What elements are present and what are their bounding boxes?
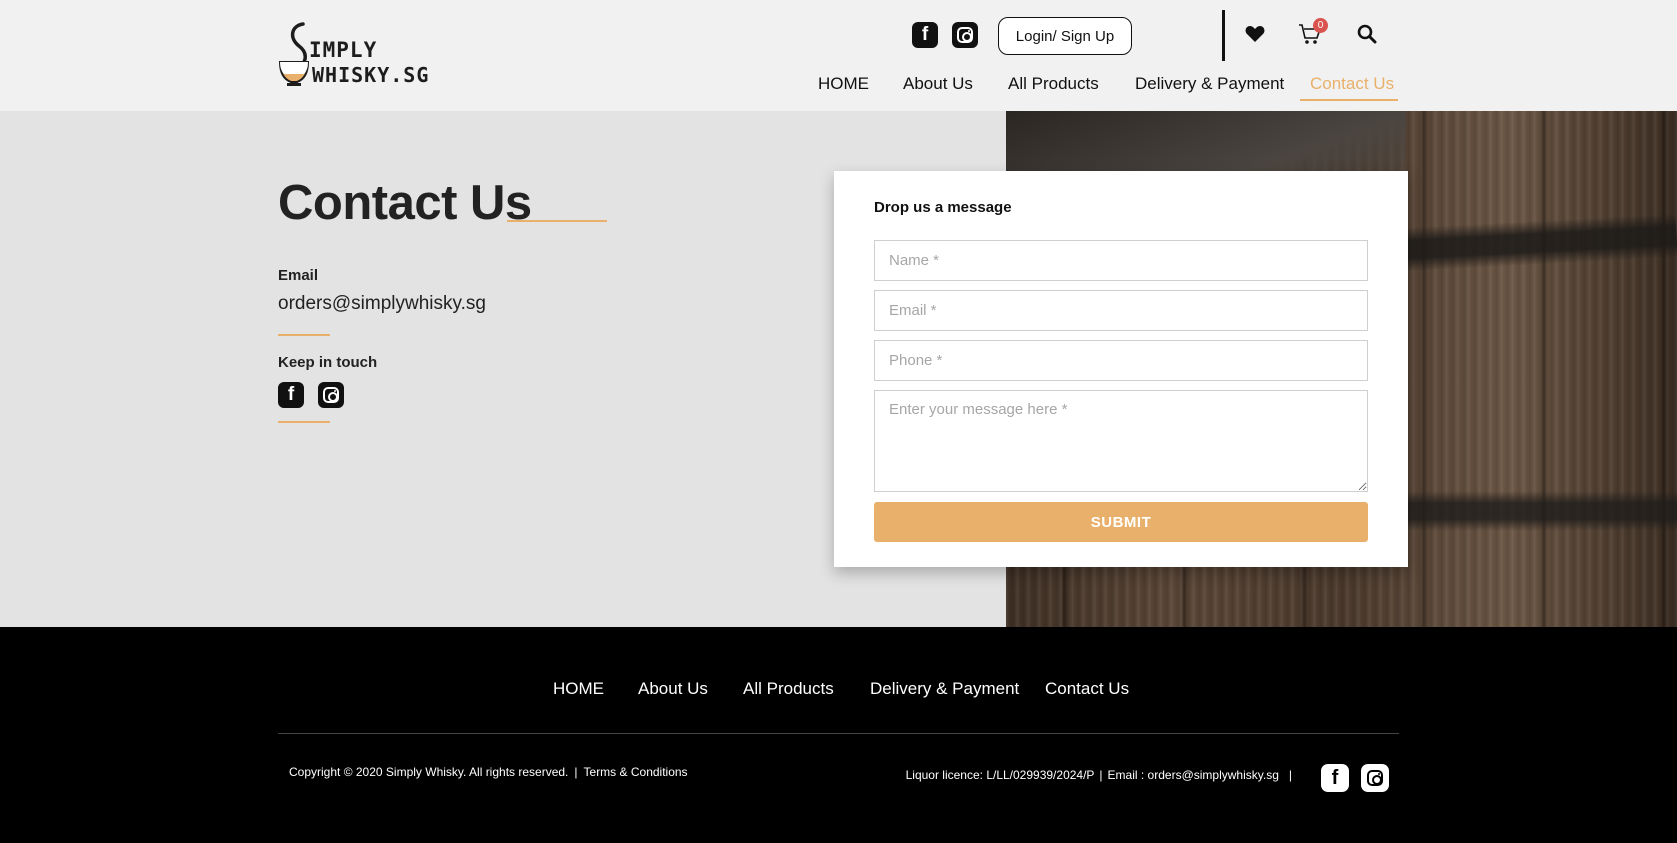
liquor-licence: Liquor licence: L/LL/029939/2024/P <box>905 768 1095 782</box>
contact-form-card: Drop us a message SUBMIT <box>834 171 1408 567</box>
footer-nav-about-us[interactable]: About Us <box>638 679 708 699</box>
email-link[interactable]: orders@simplywhisky.sg <box>278 293 486 315</box>
nav-all-products[interactable]: All Products <box>1008 74 1099 98</box>
facebook-glyph: f <box>1331 766 1339 789</box>
instagram-glyph <box>323 387 339 403</box>
nav-active-underline <box>1300 99 1398 101</box>
footer-nav-all-products[interactable]: All Products <box>743 679 834 699</box>
separator: | <box>1099 768 1103 782</box>
social-divider <box>278 421 330 423</box>
nav-contact-us[interactable]: Contact Us <box>1310 74 1394 98</box>
nav-home[interactable]: HOME <box>818 74 869 98</box>
header-divider <box>1222 10 1225 61</box>
login-signup-button[interactable]: Login/ Sign Up <box>998 17 1132 55</box>
contact-instagram-icon[interactable] <box>318 382 344 408</box>
email-divider <box>278 334 330 336</box>
search-shape <box>1357 24 1377 44</box>
contact-facebook-icon[interactable]: f <box>278 382 304 408</box>
submit-button[interactable]: SUBMIT <box>874 502 1368 542</box>
cart-count-badge: 0 <box>1313 18 1328 33</box>
logo-text-line2: WHISKY.SG <box>312 63 430 87</box>
instagram-glyph <box>1367 770 1383 786</box>
footer-nav-delivery-payment[interactable]: Delivery & Payment <box>870 679 1019 699</box>
search-icon[interactable] <box>1355 22 1379 46</box>
heart-icon[interactable] <box>1243 22 1267 46</box>
simply-whisky-logo[interactable]: IMPLY WHISKY.SG <box>277 20 428 92</box>
name-input[interactable] <box>874 240 1368 281</box>
instagram-glyph <box>957 27 973 43</box>
nav-about-us[interactable]: About Us <box>903 74 973 98</box>
nav-delivery-payment[interactable]: Delivery & Payment <box>1135 74 1284 98</box>
header-instagram-icon[interactable] <box>952 22 978 48</box>
email-label: Email <box>278 267 319 284</box>
facebook-glyph: f <box>287 384 295 405</box>
footer-divider <box>278 733 1399 734</box>
heart-shape <box>1245 26 1265 42</box>
copyright-block: Copyright © 2020 Simply Whisky. All righ… <box>289 765 688 779</box>
email-input[interactable] <box>874 290 1368 331</box>
footer-info: Liquor licence: L/LL/029939/2024/P | Email… <box>906 768 1297 782</box>
footer-facebook-icon[interactable]: f <box>1321 764 1349 792</box>
message-textarea[interactable] <box>874 390 1368 492</box>
header-facebook-icon[interactable]: f <box>912 22 938 48</box>
page-title: Contact Us <box>278 176 532 230</box>
footer-nav-home[interactable]: HOME <box>553 679 604 699</box>
footer-email[interactable]: Email : orders@simplywhisky.sg <box>1108 768 1279 782</box>
facebook-glyph: f <box>921 24 929 45</box>
footer-nav-contact-us[interactable]: Contact Us <box>1045 679 1129 699</box>
terms-link[interactable]: Terms & Conditions <box>584 765 688 779</box>
logo-text-line1: IMPLY <box>309 38 378 62</box>
copyright-text: Copyright © 2020 Simply Whisky. All righ… <box>289 765 569 779</box>
keep-in-touch-label: Keep in touch <box>278 354 378 371</box>
footer-instagram-icon[interactable] <box>1361 764 1389 792</box>
site-header: IMPLY WHISKY.SG f Login/ Sign Up 0 HOME … <box>0 0 1677 111</box>
separator: | <box>574 765 578 779</box>
form-heading: Drop us a message <box>874 199 1012 216</box>
site-footer: HOME About Us All Products Delivery & Pa… <box>0 627 1677 843</box>
phone-input[interactable] <box>874 340 1368 381</box>
separator: | <box>1288 768 1292 782</box>
title-accent-line <box>507 220 607 222</box>
